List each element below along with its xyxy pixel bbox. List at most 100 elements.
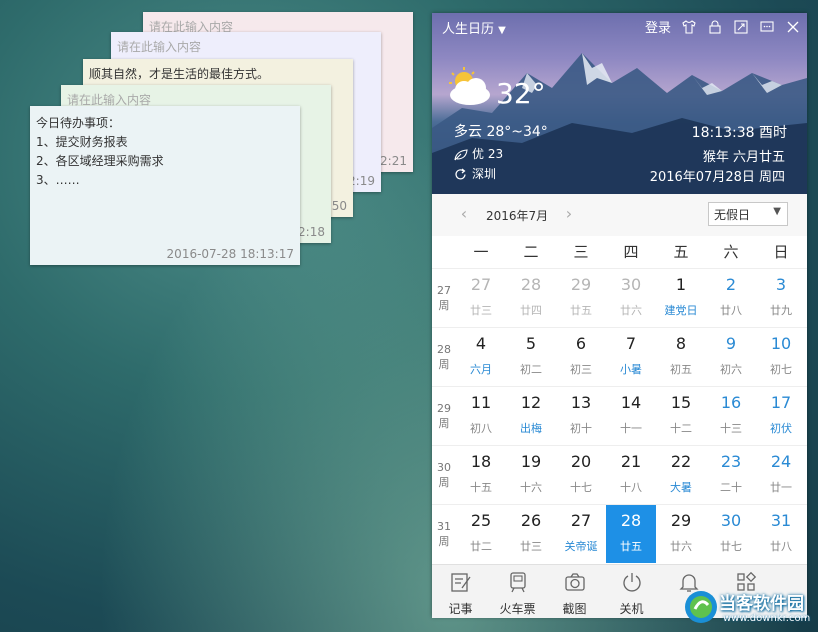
calendar-day[interactable]: 8 初五 <box>656 328 706 386</box>
weekday-label: 日 <box>773 243 789 261</box>
lunar-day-label: 小暑 <box>620 363 642 376</box>
tool-screenshot-button[interactable]: 截图 <box>546 565 603 618</box>
day-number: 24 <box>770 452 792 471</box>
chevron-left-icon[interactable]: ‹ <box>457 206 471 222</box>
tool-notes-button[interactable]: 记事 <box>432 565 489 618</box>
lock-icon[interactable] <box>707 19 723 35</box>
weekday-label: 六 <box>723 243 739 261</box>
lunar-day-label: 二十 <box>720 481 742 494</box>
calendar-day[interactable]: 11 初八 <box>456 387 506 445</box>
note-line[interactable]: 3、…… <box>36 171 80 188</box>
tool-train-ticket-button[interactable]: 火车票 <box>489 565 546 618</box>
note-edit-icon <box>450 573 471 592</box>
lunar-day-label: 初伏 <box>770 422 792 435</box>
message-icon[interactable] <box>759 19 775 35</box>
calendar-day-today[interactable]: 28 廿五 <box>606 505 656 563</box>
week-number-unit: 周 <box>438 417 450 430</box>
calendar-day[interactable]: 16 十三 <box>706 387 756 445</box>
calendar-widget: 人生日历 ▼ 登录 32° 多云 28°~34° 优 23 深圳 18:13:3… <box>432 13 807 618</box>
day-number: 28 <box>520 275 542 294</box>
note-line[interactable]: 1、提交财务报表 <box>36 133 128 150</box>
calendar-day[interactable]: 29 廿六 <box>656 505 706 563</box>
day-number: 13 <box>570 393 592 412</box>
calendar-day[interactable]: 26 廿三 <box>506 505 556 563</box>
week-number: 27 周 <box>432 268 456 327</box>
calendar-day[interactable]: 9 初六 <box>706 328 756 386</box>
note-text[interactable]: 顺其自然，才是生活的最佳方式。 <box>89 65 269 82</box>
calendar-day[interactable]: 29 廿五 <box>556 269 606 327</box>
calendar-day[interactable]: 4 六月 <box>456 328 506 386</box>
calendar-day[interactable]: 27 廿三 <box>456 269 506 327</box>
tool-shutdown-button[interactable]: 关机 <box>603 565 660 618</box>
lunar-day-label: 初七 <box>770 363 792 376</box>
camera-icon <box>564 573 585 591</box>
skin-shirt-icon[interactable] <box>681 19 697 35</box>
app-title-dropdown[interactable]: 人生日历 ▼ <box>442 18 506 37</box>
calendar-day[interactable]: 23 二十 <box>706 446 756 504</box>
week-number-unit: 周 <box>438 299 450 312</box>
day-number: 27 <box>570 511 592 530</box>
calendar-day[interactable]: 1 建党日 <box>656 269 706 327</box>
calendar-day[interactable]: 21 十八 <box>606 446 656 504</box>
calendar-day[interactable]: 18 十五 <box>456 446 506 504</box>
calendar-day[interactable]: 13 初十 <box>556 387 606 445</box>
current-time: 18:13:38 酉时 <box>691 125 787 141</box>
city-name[interactable]: 深圳 <box>472 165 496 182</box>
calendar-day[interactable]: 28 廿四 <box>506 269 556 327</box>
weekday-label: 二 <box>523 243 539 261</box>
calendar-day[interactable]: 2 廿八 <box>706 269 756 327</box>
site-watermark: 当客软件园 www.downkr.com <box>683 585 818 632</box>
day-number: 29 <box>670 511 692 530</box>
holiday-select[interactable]: 无假日 ▼ <box>708 202 788 226</box>
lunar-day-label: 关帝诞 <box>564 540 598 553</box>
day-number: 31 <box>770 511 792 530</box>
holiday-select-value: 无假日 <box>714 208 751 222</box>
calendar-day[interactable]: 19 十六 <box>506 446 556 504</box>
tool-label: 火车票 <box>499 602 536 616</box>
lunar-day-label: 大暑 <box>670 481 692 494</box>
close-icon[interactable] <box>785 19 801 35</box>
calendar-day[interactable]: 22 大暑 <box>656 446 706 504</box>
calendar-day[interactable]: 25 廿二 <box>456 505 506 563</box>
lunar-day-label: 十七 <box>570 481 592 494</box>
calendar-day[interactable]: 10 初七 <box>756 328 806 386</box>
week-number: 29 周 <box>432 386 456 445</box>
calendar-day[interactable]: 3 廿九 <box>756 269 806 327</box>
day-number: 18 <box>470 452 492 471</box>
sticky-note-todo[interactable]: 今日待办事项： 1、提交财务报表 2、各区域经理采购需求 3、…… 2016-0… <box>30 106 300 265</box>
calendar-day[interactable]: 30 廿六 <box>606 269 656 327</box>
day-number: 25 <box>470 511 492 530</box>
calendar-day[interactable]: 17 初伏 <box>756 387 806 445</box>
note-line[interactable]: 2、各区域经理采购需求 <box>36 152 164 169</box>
calendar-day[interactable]: 31 廿八 <box>756 505 806 563</box>
day-number: 17 <box>770 393 792 412</box>
refresh-icon[interactable] <box>454 166 467 185</box>
calendar-day[interactable]: 14 十一 <box>606 387 656 445</box>
lunar-day-label: 十三 <box>720 422 742 435</box>
calendar-day[interactable]: 12 出梅 <box>506 387 556 445</box>
calendar-day[interactable]: 5 初二 <box>506 328 556 386</box>
calendar-day[interactable]: 20 十七 <box>556 446 606 504</box>
lunar-day-label: 十二 <box>670 422 692 435</box>
gregorian-date: 2016年07月28日 周四 <box>649 170 785 185</box>
calendar-day[interactable]: 27 关帝诞 <box>556 505 606 563</box>
note-placeholder[interactable]: 请在此输入内容 <box>117 38 201 55</box>
week-number: 30 周 <box>432 445 456 504</box>
calendar-day[interactable]: 15 十二 <box>656 387 706 445</box>
calendar-week-row: 18 十五 19 十六 20 十七 21 十八 22 大暑 23 二十 24 廿一 <box>456 445 807 504</box>
note-line[interactable]: 今日待办事项： <box>36 114 120 131</box>
calendar-day[interactable]: 6 初三 <box>556 328 606 386</box>
day-number: 30 <box>720 511 742 530</box>
calendar-day[interactable]: 30 廿七 <box>706 505 756 563</box>
week-number-unit: 周 <box>438 535 450 548</box>
calendar-week-row: 25 廿二 26 廿三 27 关帝诞 28 廿五 29 廿六 30 廿七 31 廿八 <box>456 504 807 563</box>
week-number-value: 30 <box>437 461 451 474</box>
calendar-day[interactable]: 24 廿一 <box>756 446 806 504</box>
weather-header: 人生日历 ▼ 登录 32° 多云 28°~34° 优 23 深圳 18:13:3… <box>432 13 807 194</box>
calendar-day[interactable]: 7 小暑 <box>606 328 656 386</box>
chevron-right-icon[interactable]: › <box>562 206 576 222</box>
resize-icon[interactable] <box>733 19 749 35</box>
lunar-day-label: 六月 <box>470 363 492 376</box>
login-link[interactable]: 登录 <box>645 17 671 36</box>
day-number: 2 <box>725 275 737 294</box>
